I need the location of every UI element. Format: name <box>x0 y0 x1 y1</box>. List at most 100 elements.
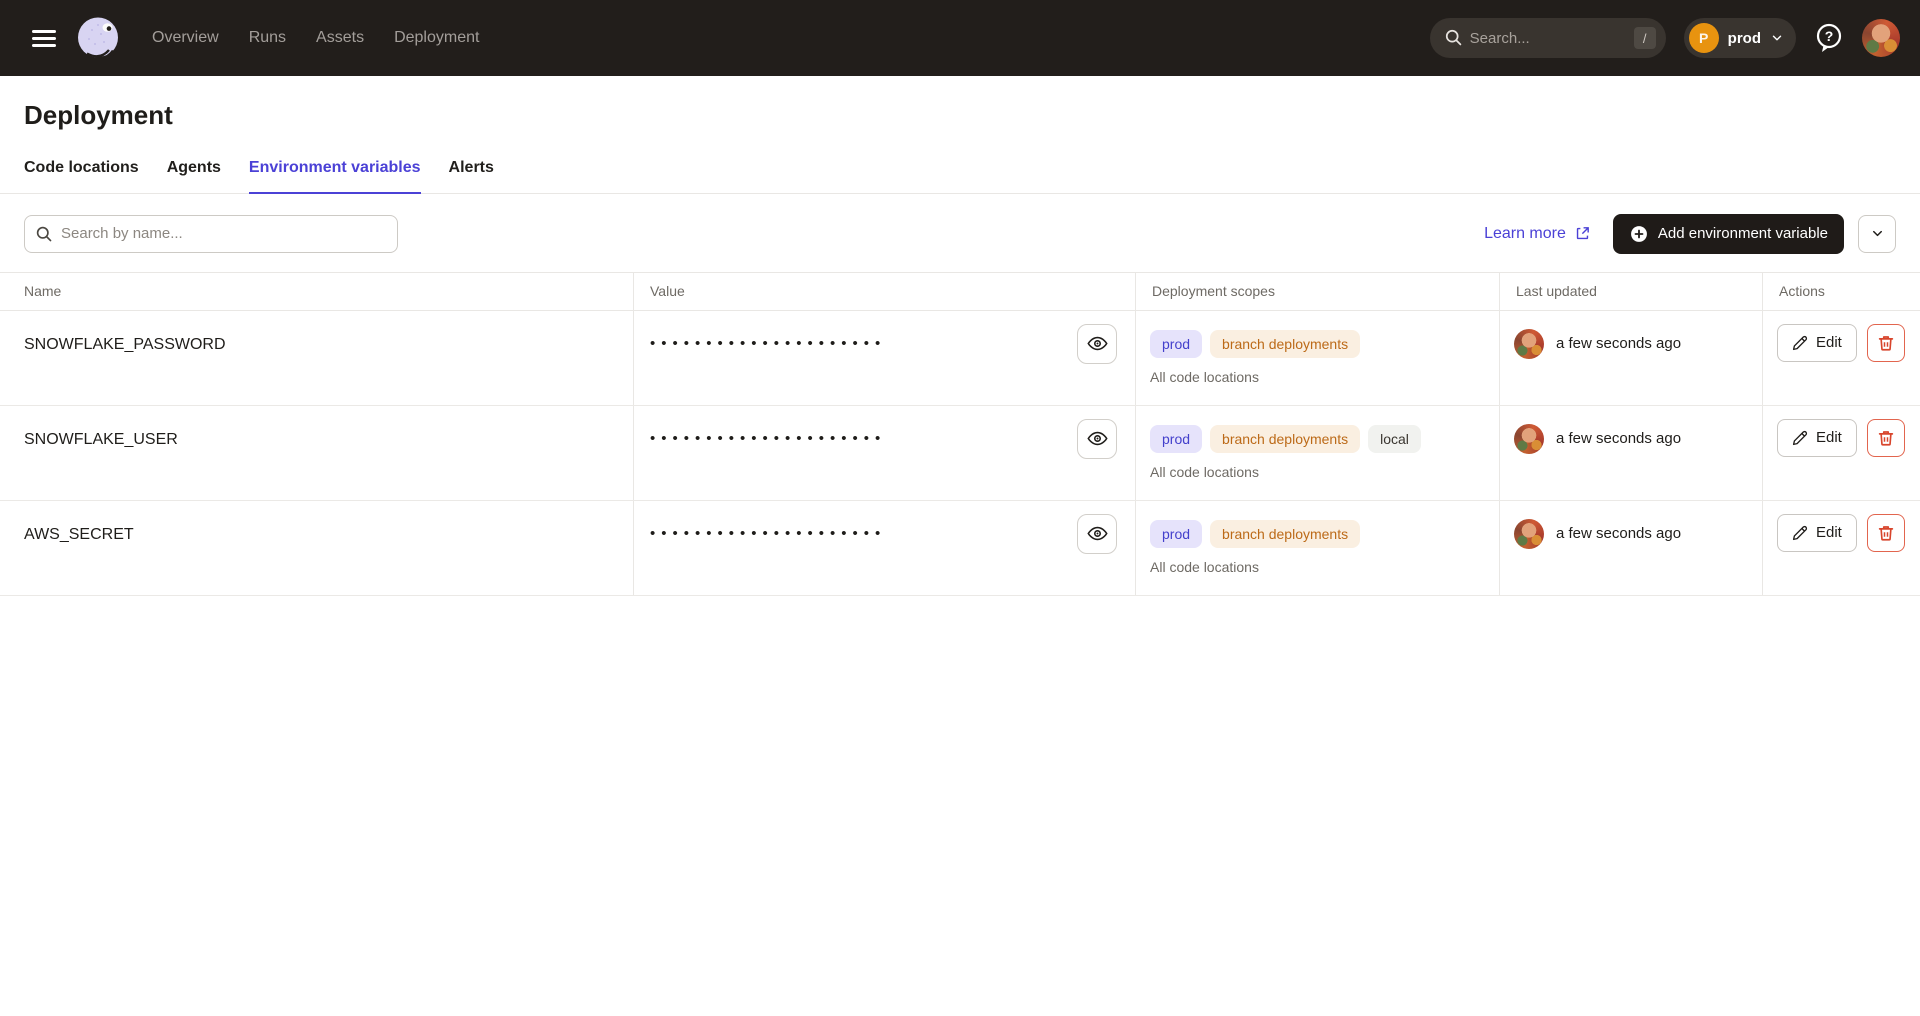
global-search: / <box>1430 18 1666 58</box>
add-options-dropdown-button[interactable] <box>1858 215 1896 253</box>
column-header-actions: Actions <box>1762 273 1920 310</box>
tab-environment-variables[interactable]: Environment variables <box>249 159 421 194</box>
deployment-scopes-cell: prod branch deployments All code location… <box>1135 311 1499 405</box>
column-header-name: Name <box>0 273 633 310</box>
table-row: SNOWFLAKE_PASSWORD •••••••••••••••••••••… <box>0 311 1920 406</box>
learn-more-link[interactable]: Learn more <box>1484 225 1591 243</box>
env-var-value-cell: ••••••••••••••••••••• <box>633 406 1135 500</box>
edit-button[interactable]: Edit <box>1777 324 1857 362</box>
env-var-value-cell: ••••••••••••••••••••• <box>633 501 1135 595</box>
reveal-value-button[interactable] <box>1077 514 1117 554</box>
nav-link-deployment[interactable]: Deployment <box>394 29 479 47</box>
pencil-icon <box>1792 525 1808 541</box>
edit-button-label: Edit <box>1816 524 1842 541</box>
chevron-down-icon <box>1770 31 1784 45</box>
global-search-input[interactable] <box>1430 18 1666 58</box>
tab-alerts[interactable]: Alerts <box>449 159 494 194</box>
reveal-value-button[interactable] <box>1077 324 1117 364</box>
masked-value: ••••••••••••••••••••• <box>650 514 886 554</box>
eye-icon <box>1087 428 1108 449</box>
trash-icon <box>1877 524 1895 542</box>
last-updated-cell: a few seconds ago <box>1499 311 1762 405</box>
pencil-icon <box>1792 335 1808 351</box>
deployment-selector[interactable]: P prod <box>1684 18 1796 58</box>
edit-button-label: Edit <box>1816 429 1842 446</box>
top-navigation: Overview Runs Assets Deployment / P prod… <box>0 0 1920 76</box>
scope-badge-prod: prod <box>1150 425 1202 453</box>
table-header-row: Name Value Deployment scopes Last update… <box>0 272 1920 311</box>
env-var-toolbar: Learn more Add environment variable <box>24 214 1896 254</box>
scope-badge-prod: prod <box>1150 520 1202 548</box>
trash-icon <box>1877 334 1895 352</box>
search-icon <box>35 225 53 243</box>
deployment-scopes-cell: prod branch deployments local All code loc… <box>1135 406 1499 500</box>
column-header-last-updated: Last updated <box>1499 273 1762 310</box>
updater-avatar <box>1514 519 1544 549</box>
nav-link-runs[interactable]: Runs <box>249 29 286 47</box>
delete-button[interactable] <box>1867 324 1905 362</box>
scope-badge-branch-deployments: branch deployments <box>1210 520 1360 548</box>
learn-more-label: Learn more <box>1484 225 1566 243</box>
env-var-name: AWS_SECRET <box>0 501 633 595</box>
table-row: AWS_SECRET ••••••••••••••••••••• prodbra… <box>0 501 1920 596</box>
last-updated-text: a few seconds ago <box>1556 519 1681 549</box>
last-updated-text: a few seconds ago <box>1556 329 1681 359</box>
topnav-right-group: / P prod ? <box>1430 18 1900 58</box>
scope-badges: prod branch deployments <box>1150 520 1483 548</box>
search-icon <box>1444 28 1463 47</box>
nav-link-assets[interactable]: Assets <box>316 29 364 47</box>
deployment-scopes-cell: prod branch deployments All code location… <box>1135 501 1499 595</box>
actions-cell: Edit <box>1762 501 1920 595</box>
masked-value: ••••••••••••••••••••• <box>650 324 886 364</box>
tab-code-locations[interactable]: Code locations <box>24 159 139 194</box>
env-var-name: SNOWFLAKE_PASSWORD <box>0 311 633 405</box>
primary-nav-links: Overview Runs Assets Deployment <box>152 29 479 47</box>
add-environment-variable-button[interactable]: Add environment variable <box>1613 214 1844 254</box>
delete-button[interactable] <box>1867 514 1905 552</box>
code-locations-text: All code locations <box>1150 369 1483 385</box>
scope-badges: prod branch deployments local <box>1150 425 1483 453</box>
search-shortcut-key: / <box>1634 27 1656 49</box>
filter-by-name <box>24 215 398 253</box>
tab-agents[interactable]: Agents <box>167 159 221 194</box>
edit-button[interactable]: Edit <box>1777 514 1857 552</box>
scope-badge-local: local <box>1368 425 1421 453</box>
table-body: SNOWFLAKE_PASSWORD •••••••••••••••••••••… <box>0 311 1920 596</box>
reveal-value-button[interactable] <box>1077 419 1117 459</box>
actions-cell: Edit <box>1762 311 1920 405</box>
dagster-logo-icon[interactable] <box>74 14 122 62</box>
deployment-initial-badge: P <box>1689 23 1719 53</box>
help-icon[interactable]: ? <box>1814 22 1844 54</box>
hamburger-menu-icon[interactable] <box>32 30 56 47</box>
page-title: Deployment <box>24 100 1896 131</box>
env-var-value-cell: ••••••••••••••••••••• <box>633 311 1135 405</box>
edit-button-label: Edit <box>1816 334 1842 351</box>
edit-button[interactable]: Edit <box>1777 419 1857 457</box>
table-row: SNOWFLAKE_USER ••••••••••••••••••••• pro… <box>0 406 1920 501</box>
masked-value: ••••••••••••••••••••• <box>650 419 886 459</box>
pencil-icon <box>1792 430 1808 446</box>
env-var-name: SNOWFLAKE_USER <box>0 406 633 500</box>
eye-icon <box>1087 523 1108 544</box>
scope-badge-prod: prod <box>1150 330 1202 358</box>
chevron-down-icon <box>1870 226 1885 241</box>
trash-icon <box>1877 429 1895 447</box>
last-updated-cell: a few seconds ago <box>1499 501 1762 595</box>
main-content: Deployment Code locations Agents Environ… <box>0 100 1920 596</box>
scope-badge-branch-deployments: branch deployments <box>1210 425 1360 453</box>
column-header-deployment-scopes: Deployment scopes <box>1135 273 1499 310</box>
user-avatar[interactable] <box>1862 19 1900 57</box>
filter-by-name-input[interactable] <box>24 215 398 253</box>
last-updated-cell: a few seconds ago <box>1499 406 1762 500</box>
svg-text:?: ? <box>1825 28 1834 44</box>
code-locations-text: All code locations <box>1150 464 1483 480</box>
last-updated-text: a few seconds ago <box>1556 424 1681 454</box>
code-locations-text: All code locations <box>1150 559 1483 575</box>
nav-link-overview[interactable]: Overview <box>152 29 219 47</box>
delete-button[interactable] <box>1867 419 1905 457</box>
external-link-icon <box>1574 225 1591 242</box>
updater-avatar <box>1514 424 1544 454</box>
scope-badge-branch-deployments: branch deployments <box>1210 330 1360 358</box>
environment-variables-table: Name Value Deployment scopes Last update… <box>0 272 1920 596</box>
updater-avatar <box>1514 329 1544 359</box>
